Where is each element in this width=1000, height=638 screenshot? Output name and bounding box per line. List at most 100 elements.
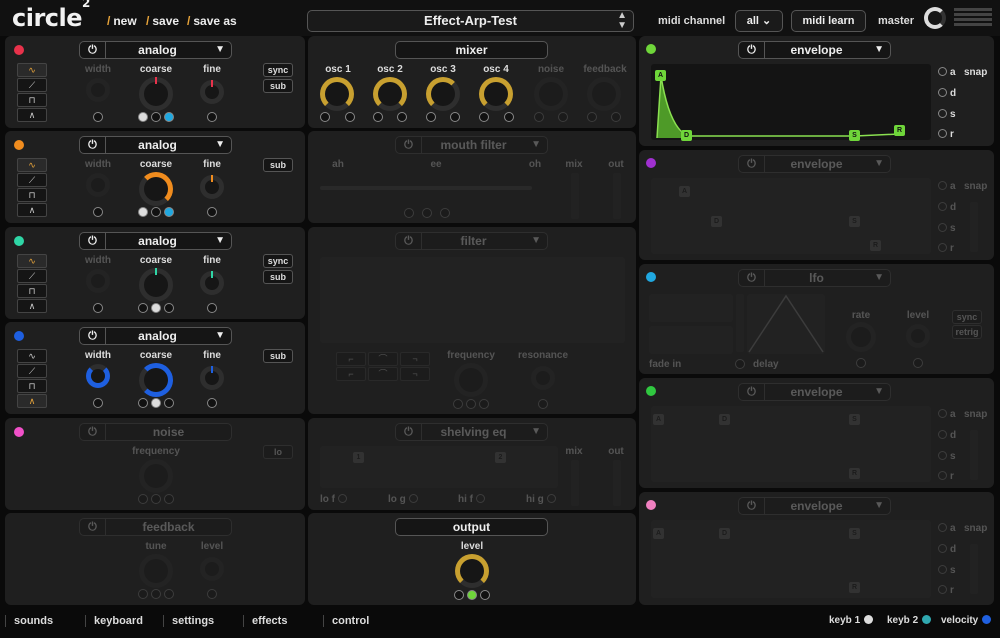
power-icon[interactable]: ⏻ — [739, 42, 765, 58]
release-radio[interactable]: r — [938, 471, 954, 482]
frequency-knob[interactable] — [139, 459, 173, 493]
retrig-button[interactable]: retrig — [952, 325, 982, 339]
mod-slot[interactable] — [735, 359, 745, 369]
mod-slot[interactable] — [345, 112, 355, 122]
decay-radio[interactable]: d — [938, 202, 956, 213]
sync-button[interactable]: sync — [263, 63, 293, 77]
env3-header[interactable]: ⏻ envelope ▼ — [738, 383, 891, 401]
mix-slider[interactable] — [571, 460, 579, 506]
frequency-knob[interactable] — [454, 363, 488, 397]
width-knob[interactable] — [86, 269, 110, 293]
sustain-node[interactable]: S — [849, 414, 860, 425]
eq-display[interactable]: 1 2 — [320, 446, 558, 488]
tune-knob[interactable] — [139, 554, 173, 588]
power-icon[interactable]: ⏻ — [739, 156, 765, 172]
mod-slot[interactable] — [480, 590, 490, 600]
power-icon[interactable]: ⏻ — [80, 137, 106, 153]
sync-button[interactable]: sync — [263, 254, 293, 268]
env2-header[interactable]: ⏻ envelope ▼ — [738, 155, 891, 173]
env4-graph[interactable]: A D S R — [651, 520, 931, 598]
env2-graph[interactable]: A D S R — [651, 178, 931, 254]
vowel2-select[interactable]: ee — [406, 159, 466, 170]
attack-radio[interactable]: a — [938, 523, 956, 534]
eq-node-2[interactable]: 2 — [495, 452, 506, 463]
mouth-filter-header[interactable]: ⏻ mouth filter ▼ — [395, 136, 548, 154]
vowel-slider[interactable] — [320, 186, 532, 190]
mod-slot[interactable] — [454, 590, 464, 600]
lo-button[interactable]: lo — [263, 445, 293, 459]
wave-triangle-button[interactable]: ∧ — [17, 108, 47, 122]
fine-knob[interactable] — [200, 366, 224, 390]
sustain-node[interactable]: S — [849, 130, 860, 141]
filter-type-button[interactable]: ¬ — [400, 367, 430, 381]
mod-slot[interactable] — [587, 112, 597, 122]
mod-slot[interactable] — [450, 112, 460, 122]
mod-slot[interactable] — [207, 398, 217, 408]
power-icon[interactable]: ⏻ — [739, 270, 765, 286]
noise-header[interactable]: ⏻ noise — [79, 423, 232, 441]
noise-level-knob[interactable] — [534, 77, 568, 111]
wave-sine-button[interactable]: ∿ — [17, 158, 47, 172]
env3-amount-slider[interactable] — [970, 430, 978, 480]
env1-header[interactable]: ⏻ envelope ▼ — [738, 41, 891, 59]
hi-g-label[interactable]: hi g — [526, 494, 559, 505]
mod-slot[interactable] — [207, 589, 217, 599]
decay-radio[interactable]: d — [938, 430, 956, 441]
mod-slot[interactable] — [856, 358, 866, 368]
fine-knob[interactable] — [200, 271, 224, 295]
save-as-button[interactable]: / save as — [187, 14, 237, 28]
power-icon[interactable]: ⏻ — [80, 424, 106, 440]
save-button[interactable]: / save — [146, 14, 179, 28]
sustain-radio[interactable]: s — [938, 565, 956, 576]
filter-header[interactable]: ⏻ filter ▼ — [395, 232, 548, 250]
env3-graph[interactable]: A D S R — [651, 406, 931, 482]
lfo-wave-display[interactable] — [747, 294, 825, 354]
osc1-level-knob[interactable] — [320, 77, 354, 111]
lfo-header[interactable]: ⏻ lfo ▼ — [738, 269, 891, 287]
eq-header[interactable]: ⏻ shelving eq ▼ — [395, 423, 548, 441]
mod-slot[interactable] — [138, 303, 148, 313]
mod-slot[interactable] — [151, 207, 161, 217]
new-button[interactable]: / new — [107, 14, 137, 28]
release-node[interactable]: R — [894, 125, 905, 136]
mod-slot[interactable] — [138, 589, 148, 599]
attack-radio[interactable]: a — [938, 409, 956, 420]
mod-slot[interactable] — [467, 590, 477, 600]
tab-sounds[interactable]: sounds — [5, 615, 53, 627]
coarse-knob[interactable] — [139, 363, 173, 397]
output-level-knob[interactable] — [455, 554, 489, 588]
mod-slot[interactable] — [479, 399, 489, 409]
out-slider[interactable] — [613, 460, 621, 506]
mod-slot[interactable] — [453, 399, 463, 409]
wave-saw-button[interactable]: ⟋ — [17, 78, 47, 92]
keyb2-indicator[interactable]: keyb 2 — [887, 615, 932, 626]
attack-node[interactable]: A — [655, 70, 666, 81]
out-slider[interactable] — [613, 173, 621, 219]
wave-sine-button[interactable]: ∿ — [17, 349, 47, 363]
lo-g-label[interactable]: lo g — [388, 494, 421, 505]
power-icon[interactable]: ⏻ — [80, 328, 106, 344]
feedback-level-knob[interactable] — [587, 77, 621, 111]
tab-keyboard[interactable]: keyboard — [85, 615, 143, 627]
mod-slot[interactable] — [164, 398, 174, 408]
release-node[interactable]: R — [849, 468, 860, 479]
osc2-header[interactable]: ⏻ analog ▼ — [79, 136, 232, 154]
vowel1-select[interactable]: ah — [308, 159, 368, 170]
coarse-knob[interactable] — [139, 172, 173, 206]
release-radio[interactable]: r — [938, 129, 954, 140]
env2-amount-slider[interactable] — [970, 202, 978, 252]
sustain-radio[interactable]: s — [938, 109, 956, 120]
mod-slot[interactable] — [151, 112, 161, 122]
osc3-header[interactable]: ⏻ analog ▼ — [79, 232, 232, 250]
sub-button[interactable]: sub — [263, 349, 293, 363]
decay-node[interactable]: D — [681, 130, 692, 141]
attack-node[interactable]: A — [653, 528, 664, 539]
mod-slot[interactable] — [558, 112, 568, 122]
mix-slider[interactable] — [571, 173, 579, 219]
mod-slot[interactable] — [151, 589, 161, 599]
mod-slot[interactable] — [207, 303, 217, 313]
mod-slot[interactable] — [164, 303, 174, 313]
attack-node[interactable]: A — [679, 186, 690, 197]
power-icon[interactable]: ⏻ — [396, 424, 422, 440]
midi-learn-button[interactable]: midi learn — [791, 10, 866, 32]
